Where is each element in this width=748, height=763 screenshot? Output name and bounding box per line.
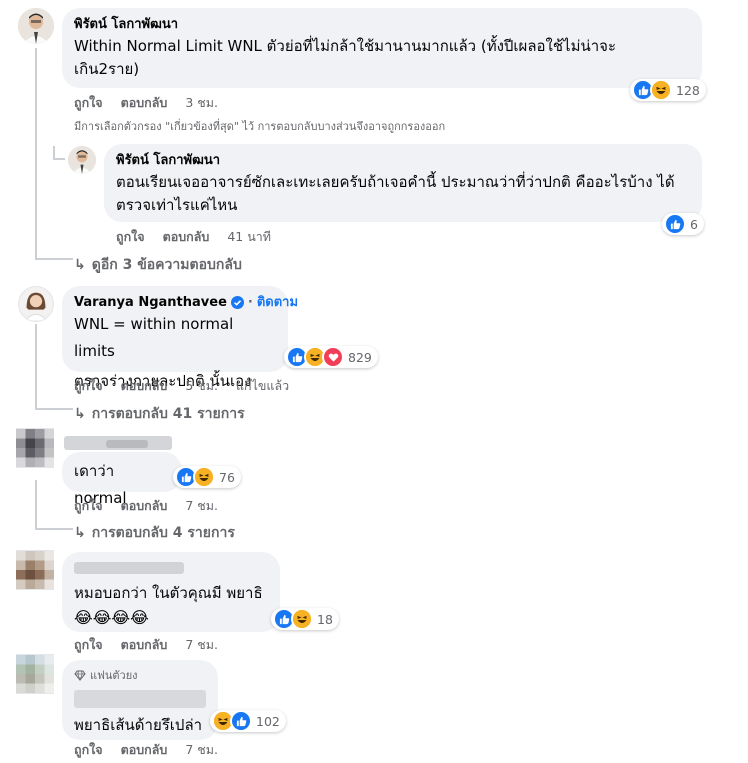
thread-line (35, 324, 37, 410)
view-more-replies[interactable]: ↳ ดูอีก 3 ข้อความตอบกลับ (74, 254, 242, 276)
comment-actions: ถูกใจ ตอบกลับ 7 ชม. (74, 496, 218, 516)
comment-timestamp[interactable]: 7 ชม. (185, 635, 218, 655)
haha-reaction-icon (650, 79, 672, 101)
like-reaction-icon (230, 710, 252, 732)
reply-arrow-icon: ↳ (74, 257, 86, 273)
like-button[interactable]: ถูกใจ (74, 496, 103, 516)
reaction-summary[interactable]: 128 (630, 79, 706, 101)
comment-author-row: Varanya Nganthavee · ติดตาม (74, 294, 298, 311)
comment-actions: ถูกใจ ตอบกลับ 3 ชม. (74, 93, 218, 113)
edited-label[interactable]: แก้ไขแล้ว (236, 376, 289, 396)
thread-line (35, 408, 73, 410)
view-more-replies[interactable]: ↳ การตอบกลับ 41 รายการ (74, 403, 245, 425)
like-button[interactable]: ถูกใจ (74, 376, 103, 396)
redacted-author-name (106, 440, 148, 448)
reply-button[interactable]: ตอบกลับ (121, 496, 168, 516)
comment-bubble: แฟนตัวยง พยาธิเส้นด้ายรึเปล่า (62, 660, 218, 740)
top-fan-badge: แฟนตัวยง (74, 666, 206, 684)
avatar[interactable] (16, 550, 54, 590)
comment-emoji-line: 😂😂😂😂 (74, 608, 149, 627)
comment-text-line: ตรวจเท่าไรแค่ไหน (116, 196, 238, 214)
reaction-count: 128 (676, 82, 700, 98)
comment-text-line: หมอบอกว่า ในตัวคุณมี พยาธิ (74, 584, 263, 602)
avatar[interactable] (16, 428, 54, 468)
like-button[interactable]: ถูกใจ (74, 635, 103, 655)
separator-dot: · (247, 295, 253, 310)
view-more-replies[interactable]: ↳ การตอบกลับ 4 รายการ (74, 522, 235, 544)
comment-timestamp[interactable]: 7 ชม. (185, 740, 218, 760)
view-more-replies-label: การตอบกลับ 4 รายการ (91, 525, 235, 541)
comment-timestamp[interactable]: 7 ชม. (185, 496, 218, 516)
comment-actions: ถูกใจ ตอบกลับ 41 นาที (116, 227, 271, 247)
reply-arrow-icon: ↳ (74, 406, 86, 422)
comment-bubble: Varanya Nganthavee · ติดตาม WNL = within… (62, 286, 298, 390)
comment-author[interactable]: พิรัตน์ โลกาพัฒนา (74, 16, 690, 33)
reaction-count: 76 (219, 469, 235, 485)
like-button[interactable]: ถูกใจ (74, 93, 103, 113)
filter-notice: มีการเลือกตัวกรอง "เกี่ยวข้องที่สุด" ไว้… (74, 120, 446, 133)
reaction-count: 102 (256, 713, 280, 729)
avatar[interactable] (18, 286, 54, 322)
follow-link[interactable]: ติดตาม (257, 294, 298, 311)
comment-author[interactable]: พิรัตน์ โลกาพัฒนา (116, 152, 690, 169)
thread-line (53, 158, 65, 160)
comment-actions: ถูกใจ ตอบกลับ 7 ชม. (74, 740, 218, 760)
thread-line (35, 528, 73, 530)
comment-timestamp[interactable]: 3 ชม. (185, 93, 218, 113)
comment-timestamp[interactable]: 5 ชม. (185, 376, 218, 396)
thread-line (35, 48, 37, 260)
redacted-author-name (74, 690, 206, 708)
reaction-summary[interactable]: 18 (271, 608, 339, 630)
comment-actions: ถูกใจ ตอบกลับ 5 ชม. แก้ไขแล้ว (74, 376, 289, 396)
diamond-icon (74, 670, 86, 681)
comment-bubble: หมอบอกว่า ในตัวคุณมี พยาธิ 😂😂😂😂 (62, 552, 280, 632)
avatar[interactable] (16, 654, 54, 694)
like-button[interactable]: ถูกใจ (116, 227, 145, 247)
reaction-summary[interactable]: 6 (662, 213, 704, 235)
avatar[interactable] (18, 8, 54, 44)
thread-line (35, 480, 37, 530)
comment-bubble: เดาว่า normal (62, 452, 182, 507)
reply-button[interactable]: ตอบกลับ (121, 376, 168, 396)
reply-button[interactable]: ตอบกลับ (121, 93, 168, 113)
haha-reaction-icon (291, 608, 313, 630)
comment-text-line: พยาธิเส้นด้ายรึเปล่า (74, 716, 203, 734)
top-fan-label: แฟนตัวยง (90, 669, 138, 682)
like-button[interactable]: ถูกใจ (74, 740, 103, 760)
reaction-count: 18 (317, 611, 333, 627)
thread-line (35, 258, 73, 260)
comment-text-line: Within Normal Limit WNL ตัวย่อที่ไม่กล้า… (74, 37, 616, 55)
comment-timestamp[interactable]: 41 นาที (227, 227, 271, 247)
verified-badge-icon (230, 296, 244, 309)
reply-arrow-icon: ↳ (74, 525, 86, 541)
comment-author[interactable]: Varanya Nganthavee (74, 294, 227, 311)
comment-bubble: พิรัตน์ โลกาพัฒนา ตอนเรียนเจออาจารย์ซักเ… (104, 144, 702, 222)
reply-button[interactable]: ตอบกลับ (163, 227, 210, 247)
reply-button[interactable]: ตอบกลับ (121, 740, 168, 760)
love-reaction-icon (322, 346, 344, 368)
reply-button[interactable]: ตอบกลับ (121, 635, 168, 655)
reaction-summary[interactable]: 76 (173, 466, 241, 488)
avatar[interactable] (68, 146, 96, 174)
comment-text-line: เกิน2ราย) (74, 60, 140, 78)
reaction-count: 6 (690, 216, 698, 232)
view-more-replies-label: การตอบกลับ 41 รายการ (91, 406, 245, 422)
comment-text-line: WNL = within normal limits (74, 315, 234, 360)
reaction-summary[interactable]: 829 (284, 346, 378, 368)
comment-bubble: พิรัตน์ โลกาพัฒนา Within Normal Limit WN… (62, 8, 702, 88)
reaction-count: 829 (348, 349, 372, 365)
haha-reaction-icon (193, 466, 215, 488)
comment-actions: ถูกใจ ตอบกลับ 7 ชม. (74, 635, 218, 655)
like-reaction-icon (664, 213, 686, 235)
reaction-summary[interactable]: 102 (210, 710, 286, 732)
redacted-author-name (74, 562, 184, 574)
view-more-replies-label: ดูอีก 3 ข้อความตอบกลับ (91, 257, 242, 273)
